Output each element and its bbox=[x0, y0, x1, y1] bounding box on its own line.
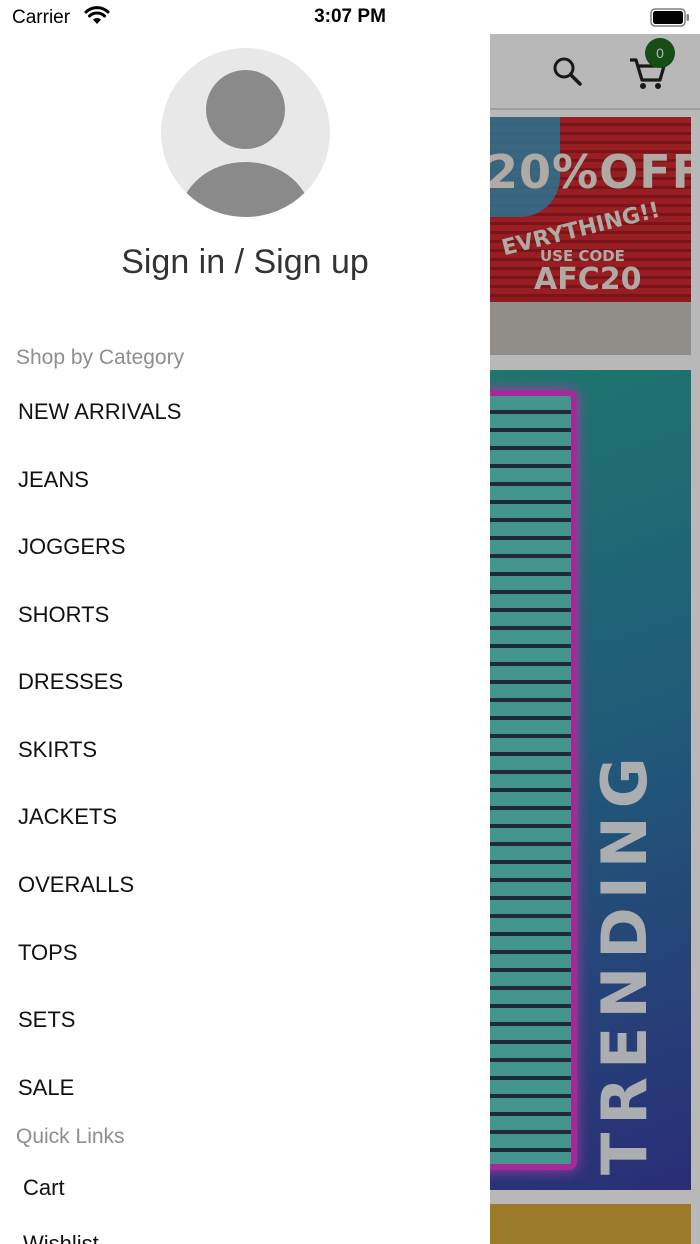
sale-code: AFC20 bbox=[534, 262, 642, 297]
sidewalk bbox=[490, 302, 691, 355]
category-tops[interactable]: TOPS bbox=[18, 940, 78, 966]
category-jeans[interactable]: JEANS bbox=[18, 467, 89, 493]
side-drawer: Sign in / Sign up Shop by Category NEW A… bbox=[0, 0, 490, 1244]
search-icon[interactable] bbox=[550, 54, 584, 88]
category-skirts[interactable]: SKIRTS bbox=[18, 737, 97, 763]
avatar-icon[interactable] bbox=[161, 48, 330, 217]
quick-link-cart[interactable]: Cart bbox=[23, 1175, 65, 1201]
battery-icon bbox=[650, 8, 689, 27]
category-jackets[interactable]: JACKETS bbox=[18, 804, 117, 830]
category-new-arrivals[interactable]: NEW ARRIVALS bbox=[18, 399, 181, 425]
category-shorts[interactable]: SHORTS bbox=[18, 602, 109, 628]
main-screen: 0 20%OFF EVRYTHING!! USE CODE AFC20 TREN… bbox=[490, 0, 700, 1244]
category-overalls[interactable]: OVERALLS bbox=[18, 872, 134, 898]
top-bar: 0 bbox=[490, 34, 700, 110]
trending-label: TRENDING bbox=[588, 749, 661, 1175]
bottom-banner[interactable] bbox=[490, 1204, 691, 1244]
sign-in-link[interactable]: Sign in / Sign up bbox=[0, 243, 490, 282]
category-sale[interactable]: SALE bbox=[18, 1075, 74, 1101]
avatar-head bbox=[206, 70, 285, 149]
category-sets[interactable]: SETS bbox=[18, 1007, 75, 1033]
neon-shutter-art bbox=[490, 390, 577, 1170]
sale-banner[interactable]: 20%OFF EVRYTHING!! USE CODE AFC20 bbox=[490, 117, 691, 355]
cart-count-badge: 0 bbox=[645, 38, 675, 68]
shop-by-category-title: Shop by Category bbox=[16, 346, 185, 369]
category-joggers[interactable]: JOGGERS bbox=[18, 534, 126, 560]
category-dresses[interactable]: DRESSES bbox=[18, 669, 123, 695]
sale-headline: 20%OFF bbox=[490, 145, 691, 199]
status-bar: Carrier 3:07 PM bbox=[0, 0, 700, 34]
avatar-body bbox=[180, 162, 311, 217]
quick-links-title: Quick Links bbox=[16, 1125, 125, 1148]
quick-link-wishlist[interactable]: Wishlist bbox=[23, 1231, 99, 1244]
status-time: 3:07 PM bbox=[314, 6, 386, 27]
